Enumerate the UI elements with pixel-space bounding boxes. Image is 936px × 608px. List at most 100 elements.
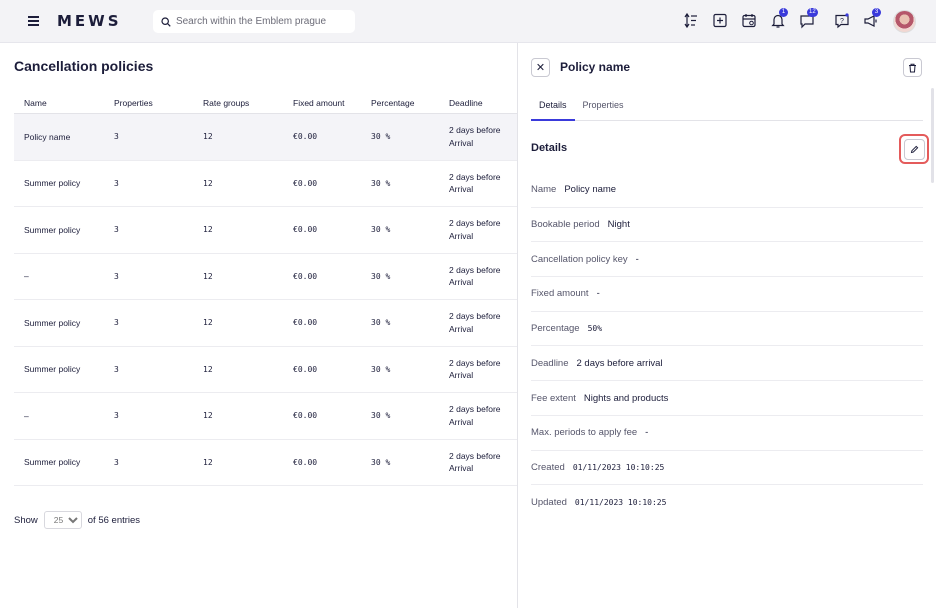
panel-scrollbar[interactable]: [931, 88, 934, 183]
detail-value: Policy name: [564, 184, 617, 196]
cell-deadline: 2 days before Arrival: [439, 450, 517, 475]
cell-deadline: 2 days before Arrival: [439, 171, 517, 196]
detail-row-created: Created 01/11/2023 10:10:25: [531, 451, 923, 486]
column-header-properties[interactable]: Properties: [104, 98, 193, 108]
svg-text:?: ?: [840, 18, 844, 25]
entries-count: of 56 entries: [87, 514, 141, 526]
cell-name: Summer policy: [24, 224, 81, 235]
cell-rate-groups: 12: [203, 457, 213, 467]
cell-fixed-amount: €0.00: [293, 271, 318, 281]
detail-label: Fixed amount: [531, 288, 589, 300]
cell-rate-groups: 12: [203, 271, 213, 281]
cell-fixed-amount: €0.00: [293, 178, 318, 188]
detail-row-percentage: Percentage 50%: [531, 312, 923, 347]
table-header: Name Properties Rate groups Fixed amount…: [14, 93, 517, 114]
detail-value: 50%: [587, 324, 603, 334]
column-header-percentage[interactable]: Percentage: [361, 98, 439, 108]
cell-rate-groups: 12: [203, 318, 213, 328]
cell-name: Summer policy: [24, 178, 81, 189]
search-box[interactable]: [153, 10, 355, 33]
notifications-icon[interactable]: 1: [770, 8, 788, 29]
cell-deadline: 2 days before Arrival: [439, 357, 517, 382]
cell-percentage: 30 %: [371, 225, 391, 235]
sort-icon[interactable]: [683, 12, 699, 29]
help-icon[interactable]: ?: [834, 12, 850, 29]
cell-properties: 3: [114, 271, 119, 281]
table-row[interactable]: Summer policy 3 12 €0.00 30 % 2 days bef…: [14, 300, 517, 347]
deadline-line-1: 2 days before: [449, 357, 501, 368]
cell-fixed-amount: €0.00: [293, 457, 318, 467]
calendar-icon[interactable]: [741, 12, 757, 29]
cell-name: Summer policy: [24, 317, 81, 328]
deadline-line-2: Arrival: [449, 184, 474, 195]
deadline-line-2: Arrival: [449, 416, 474, 427]
cell-fixed-amount: €0.00: [293, 225, 318, 235]
detail-label: Cancellation policy key: [531, 253, 628, 265]
search-input[interactable]: [175, 16, 355, 27]
page-size-select[interactable]: 25: [43, 511, 82, 529]
cell-properties: 3: [114, 457, 119, 467]
announcements-badge: 3: [872, 8, 881, 17]
table-row[interactable]: Summer policy 3 12 €0.00 30 % 2 days bef…: [14, 347, 517, 393]
deadline-line-1: 2 days before: [449, 311, 501, 322]
table-row[interactable]: – 3 12 €0.00 30 % 2 days before Arrival: [14, 393, 517, 440]
detail-row-fixed-amount: Fixed amount -: [531, 277, 923, 312]
close-button[interactable]: ✕: [531, 58, 550, 77]
section-title: Details: [531, 142, 568, 154]
cell-name: Summer policy: [24, 457, 81, 468]
detail-label: Updated: [531, 497, 567, 509]
tab-properties[interactable]: Properties: [575, 95, 632, 121]
user-avatar[interactable]: [893, 10, 916, 33]
add-icon[interactable]: [712, 12, 728, 29]
tab-details[interactable]: Details: [531, 95, 575, 121]
cell-name: –: [24, 271, 29, 282]
messages-icon[interactable]: 12: [799, 8, 818, 29]
detail-row-fee-extent: Fee extent Nights and products: [531, 381, 923, 416]
table-row[interactable]: Policy name 3 12 €0.00 30 % 2 days befor…: [14, 114, 517, 161]
delete-button[interactable]: [903, 58, 922, 77]
table-row[interactable]: Summer policy 3 12 €0.00 30 % 2 days bef…: [14, 440, 517, 486]
table-row[interactable]: Summer policy 3 12 €0.00 30 % 2 days bef…: [14, 161, 517, 207]
detail-row-max-periods: Max. periods to apply fee -: [531, 416, 923, 451]
deadline-line-1: 2 days before: [449, 171, 501, 182]
column-header-deadline[interactable]: Deadline: [439, 97, 517, 110]
page-title: Cancellation policies: [14, 58, 154, 74]
detail-row-bookable-period: Bookable period Night: [531, 208, 923, 243]
cell-rate-groups: 12: [203, 132, 213, 142]
cell-name: Policy name: [24, 131, 71, 142]
table-row[interactable]: – 3 12 €0.00 30 % 2 days before Arrival: [14, 254, 517, 300]
panel-tabs: Details Properties: [531, 95, 923, 121]
column-header-rate-groups[interactable]: Rate groups: [193, 98, 283, 108]
cell-deadline: 2 days before Arrival: [439, 310, 517, 335]
deadline-line-2: Arrival: [449, 370, 474, 381]
cell-percentage: 30 %: [371, 318, 391, 328]
table-row[interactable]: Summer policy 3 12 €0.00 30 % 2 days bef…: [14, 207, 517, 254]
detail-row-name: Name Policy name: [531, 173, 923, 208]
cell-fixed-amount: €0.00: [293, 364, 318, 374]
detail-value: Nights and products: [583, 392, 669, 404]
cell-properties: 3: [114, 225, 119, 235]
cell-fixed-amount: €0.00: [293, 318, 318, 328]
detail-row-deadline: Deadline 2 days before arrival: [531, 347, 923, 382]
messages-badge: 12: [807, 8, 818, 17]
detail-panel: ✕ Policy name Details Properties Details…: [517, 43, 936, 608]
deadline-line-2: Arrival: [449, 463, 474, 474]
cell-rate-groups: 12: [203, 225, 213, 235]
trash-icon: [909, 63, 916, 72]
cell-name: –: [24, 410, 29, 421]
detail-value: 2 days before arrival: [576, 357, 663, 369]
edit-button[interactable]: [899, 134, 929, 164]
cell-fixed-amount: €0.00: [293, 411, 318, 421]
detail-value: -: [596, 288, 600, 300]
app-logo[interactable]: MEWS: [57, 12, 122, 30]
menu-icon[interactable]: [28, 16, 39, 26]
cell-percentage: 30 %: [371, 132, 391, 142]
detail-label: Deadline: [531, 357, 569, 369]
detail-value: -: [635, 253, 639, 265]
cell-percentage: 30 %: [371, 411, 391, 421]
cell-percentage: 30 %: [371, 457, 391, 467]
detail-label: Percentage: [531, 323, 580, 335]
column-header-fixed-amount[interactable]: Fixed amount: [283, 98, 361, 108]
column-header-name[interactable]: Name: [14, 98, 104, 108]
announcements-icon[interactable]: 3: [863, 8, 881, 29]
